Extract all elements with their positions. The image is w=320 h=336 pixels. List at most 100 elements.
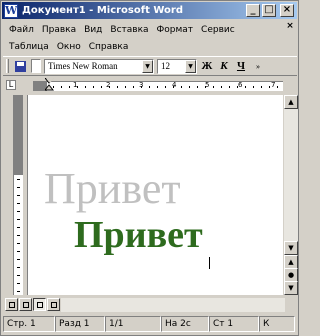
menu-row-2: Таблица Окно Справка [3, 38, 297, 55]
ruler-tick [17, 235, 20, 236]
ruler-tick [197, 86, 198, 88]
ruler-tick [17, 251, 20, 252]
ruler-tick [261, 86, 262, 88]
menu-help[interactable]: Справка [85, 42, 133, 52]
status-page: Стр. 1 [3, 316, 55, 332]
ruler-tick [269, 86, 270, 88]
dropdown-arrow-icon[interactable]: ▼ [185, 59, 196, 73]
toolbar-more-button[interactable]: » [251, 59, 265, 74]
window-controls: _ □ × [246, 4, 294, 17]
ruler-tick [189, 86, 190, 88]
ruler-tick [213, 86, 214, 88]
menu-bar: Файл Правка Вид Вставка Формат Сервис Та… [3, 21, 297, 55]
toolbar-grip[interactable] [6, 59, 9, 73]
ruler-tick [173, 86, 174, 88]
normal-view-button[interactable] [5, 298, 18, 311]
outline-view-icon [51, 302, 57, 308]
ruler-tick [245, 86, 246, 88]
ruler-tick [17, 291, 20, 292]
ruler-tick [221, 86, 222, 88]
scroll-up-button[interactable]: ▲ [284, 95, 298, 109]
vertical-scrollbar[interactable]: ▲ ▼ ▲ ● ▼ [284, 95, 298, 295]
minimize-button[interactable]: _ [246, 4, 260, 17]
menu-insert[interactable]: Вставка [106, 25, 152, 35]
ruler-tick [181, 86, 182, 88]
save-button[interactable] [12, 58, 28, 74]
italic-button[interactable]: К [217, 59, 231, 74]
ruler-tick [125, 86, 126, 88]
ruler-tick [69, 86, 70, 88]
horizontal-scroll-row [3, 297, 297, 313]
font-name-combo[interactable]: Times New Roman ▼ [44, 58, 154, 74]
ruler-tick [109, 86, 110, 88]
menu-window[interactable]: Окно [53, 42, 85, 52]
menu-table[interactable]: Таблица [5, 42, 53, 52]
scroll-down-button[interactable]: ▼ [284, 241, 298, 255]
ruler-tick [17, 267, 20, 268]
status-page-of: 1/1 [105, 316, 161, 332]
ruler-tick [17, 219, 20, 220]
ruler-tick [133, 86, 134, 88]
print-layout-button[interactable] [33, 298, 46, 311]
close-button[interactable]: × [280, 4, 294, 17]
next-page-button[interactable]: ▼ [284, 281, 298, 295]
status-column: К [259, 316, 295, 332]
text-caret [209, 257, 210, 269]
select-browse-object-button[interactable]: ● [284, 268, 298, 282]
ruler-number: 6 [238, 81, 243, 89]
document-area: Привет Привет [3, 95, 283, 295]
main-text: Привет [74, 214, 203, 256]
menu-format[interactable]: Формат [153, 25, 198, 35]
outline-view-button[interactable] [47, 298, 60, 311]
vertical-ruler[interactable] [13, 95, 23, 295]
ruler-tick [17, 179, 20, 180]
font-name-value: Times New Roman [48, 61, 118, 71]
ruler-tick [17, 227, 20, 228]
bold-button[interactable]: Ж [200, 59, 214, 74]
formatting-toolbar: Times New Roman ▼ 12 ▼ Ж К Ч » [3, 56, 297, 76]
save-icon [14, 60, 26, 72]
ruler-tick [205, 86, 206, 88]
word-window: W Документ1 - Microsoft Word _ □ × Файл … [0, 0, 299, 336]
ruler-tick [17, 283, 20, 284]
ruler-tick [17, 243, 20, 244]
ruler-tick [157, 86, 158, 88]
menu-tools[interactable]: Сервис [197, 25, 239, 35]
ruler-tick [85, 86, 86, 88]
menu-view[interactable]: Вид [80, 25, 106, 35]
normal-view-icon [9, 302, 15, 308]
menu-file[interactable]: Файл [5, 25, 38, 35]
ruler-tick [17, 211, 20, 212]
dropdown-arrow-icon[interactable]: ▼ [142, 59, 153, 73]
ruler-tick [165, 86, 166, 88]
status-line: Ст 1 [209, 316, 259, 332]
status-bar: Стр. 1 Разд 1 1/1 На 2с Ст 1 К [3, 315, 297, 333]
ruler-tick [117, 86, 118, 88]
ruler-tick [17, 195, 20, 196]
font-size-combo[interactable]: 12 ▼ [157, 58, 197, 74]
previous-page-button[interactable]: ▲ [284, 255, 298, 269]
word-app-icon[interactable]: W [4, 3, 18, 18]
ruler-tick [61, 86, 62, 88]
underline-button[interactable]: Ч [234, 59, 248, 74]
maximize-button[interactable]: □ [262, 4, 276, 17]
ruler-tick [253, 86, 254, 88]
ruler-tick [101, 86, 102, 88]
window-title: Документ1 - Microsoft Word [22, 5, 183, 16]
web-layout-button[interactable] [19, 298, 32, 311]
document-page[interactable]: Привет Привет [27, 95, 283, 295]
horizontal-ruler[interactable]: 1 2 3 4 5 6 7 [33, 81, 283, 91]
indent-marker[interactable] [43, 77, 55, 92]
menu-edit[interactable]: Правка [38, 25, 80, 35]
top-margin-shade [14, 95, 23, 175]
style-box[interactable] [31, 59, 41, 73]
ruler-tick [149, 86, 150, 88]
document-close-icon[interactable]: × [284, 21, 296, 33]
ruler-tick [77, 86, 78, 88]
horizontal-scrollbar[interactable] [61, 298, 285, 312]
ruler-tick [17, 259, 20, 260]
tab-selector[interactable]: L [6, 80, 16, 90]
ruler-number: 7 [271, 81, 276, 89]
title-bar[interactable]: W Документ1 - Microsoft Word _ □ × [2, 2, 297, 19]
ruler-tick [141, 86, 142, 88]
